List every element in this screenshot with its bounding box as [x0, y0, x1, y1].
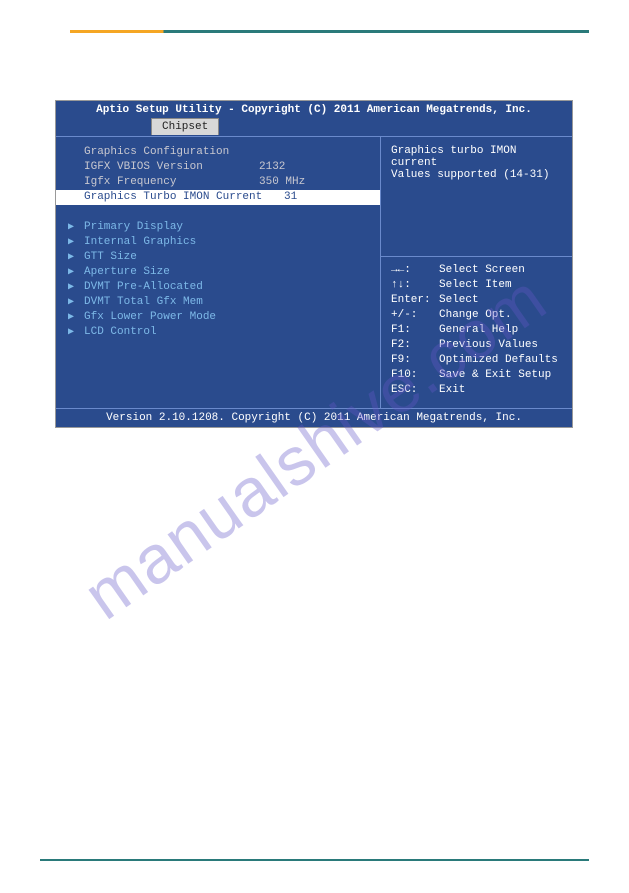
help-line: Graphics turbo IMON current: [391, 145, 562, 169]
info-value: 2132: [259, 160, 372, 175]
menu-label: LCD Control: [84, 325, 259, 340]
left-pane: Graphics Configuration IGFX VBIOS Versio…: [56, 137, 381, 408]
submenu-arrow-icon: ▶: [68, 220, 74, 235]
key-hint: +/-:Change Opt.: [391, 308, 562, 323]
menu-item[interactable]: ▶ Gfx Lower Power Mode: [56, 310, 380, 325]
submenu-arrow-icon: ▶: [68, 295, 74, 310]
key-hint: →←:Select Screen: [391, 263, 562, 278]
submenu-arrow-icon: ▶: [68, 265, 74, 280]
menu-label: Primary Display: [84, 220, 259, 235]
help-line: Values supported (14-31): [391, 169, 562, 181]
submenu-arrow-icon: ▶: [68, 325, 74, 340]
key-hint: F9:Optimized Defaults: [391, 353, 562, 368]
menu-item[interactable]: ▶ Aperture Size: [56, 265, 380, 280]
menu-label: Gfx Lower Power Mode: [84, 310, 259, 325]
submenu-arrow-icon: ▶: [68, 310, 74, 325]
submenu-arrow-icon: ▶: [68, 250, 74, 265]
key-hint: ESC:Exit: [391, 383, 562, 398]
help-box: Graphics turbo IMON current Values suppo…: [381, 137, 572, 257]
page-top-rule: [70, 30, 589, 33]
section-header: Graphics Configuration: [84, 145, 259, 160]
submenu-arrow-icon: ▶: [68, 235, 74, 250]
menu-item[interactable]: ▶ DVMT Total Gfx Mem: [56, 295, 380, 310]
page-bottom-rule: [40, 859, 589, 861]
info-value: 350 MHz: [259, 175, 372, 190]
menu-label: DVMT Total Gfx Mem: [84, 295, 259, 310]
menu-label: Internal Graphics: [84, 235, 259, 250]
selected-value: 31: [284, 190, 372, 205]
menu-label: GTT Size: [84, 250, 259, 265]
menu-label: DVMT Pre-Allocated: [84, 280, 259, 295]
selected-label: Graphics Turbo IMON Current: [84, 190, 284, 205]
menu-item[interactable]: ▶ Primary Display: [56, 220, 380, 235]
submenu-arrow-icon: ▶: [68, 280, 74, 295]
bios-window: Aptio Setup Utility - Copyright (C) 2011…: [55, 100, 573, 428]
menu-item[interactable]: ▶ GTT Size: [56, 250, 380, 265]
selected-item[interactable]: Graphics Turbo IMON Current 31: [56, 190, 380, 205]
key-hint: Enter:Select: [391, 293, 562, 308]
key-hint: F2:Previous Values: [391, 338, 562, 353]
menu-item[interactable]: ▶ LCD Control: [56, 325, 380, 340]
menu-label: Aperture Size: [84, 265, 259, 280]
right-pane: Graphics turbo IMON current Values suppo…: [381, 137, 572, 408]
key-hint: ↑↓:Select Item: [391, 278, 562, 293]
tab-chipset[interactable]: Chipset: [151, 118, 219, 135]
key-hint: F10:Save & Exit Setup: [391, 368, 562, 383]
info-label: Igfx Frequency: [84, 175, 259, 190]
tab-row: Chipset: [56, 118, 572, 136]
bios-footer: Version 2.10.1208. Copyright (C) 2011 Am…: [56, 408, 572, 427]
key-hint: F1:General Help: [391, 323, 562, 338]
menu-item[interactable]: ▶ Internal Graphics: [56, 235, 380, 250]
info-label: IGFX VBIOS Version: [84, 160, 259, 175]
keys-box: →←:Select Screen ↑↓:Select Item Enter:Se…: [381, 257, 572, 408]
menu-item[interactable]: ▶ DVMT Pre-Allocated: [56, 280, 380, 295]
bios-title: Aptio Setup Utility - Copyright (C) 2011…: [56, 101, 572, 118]
